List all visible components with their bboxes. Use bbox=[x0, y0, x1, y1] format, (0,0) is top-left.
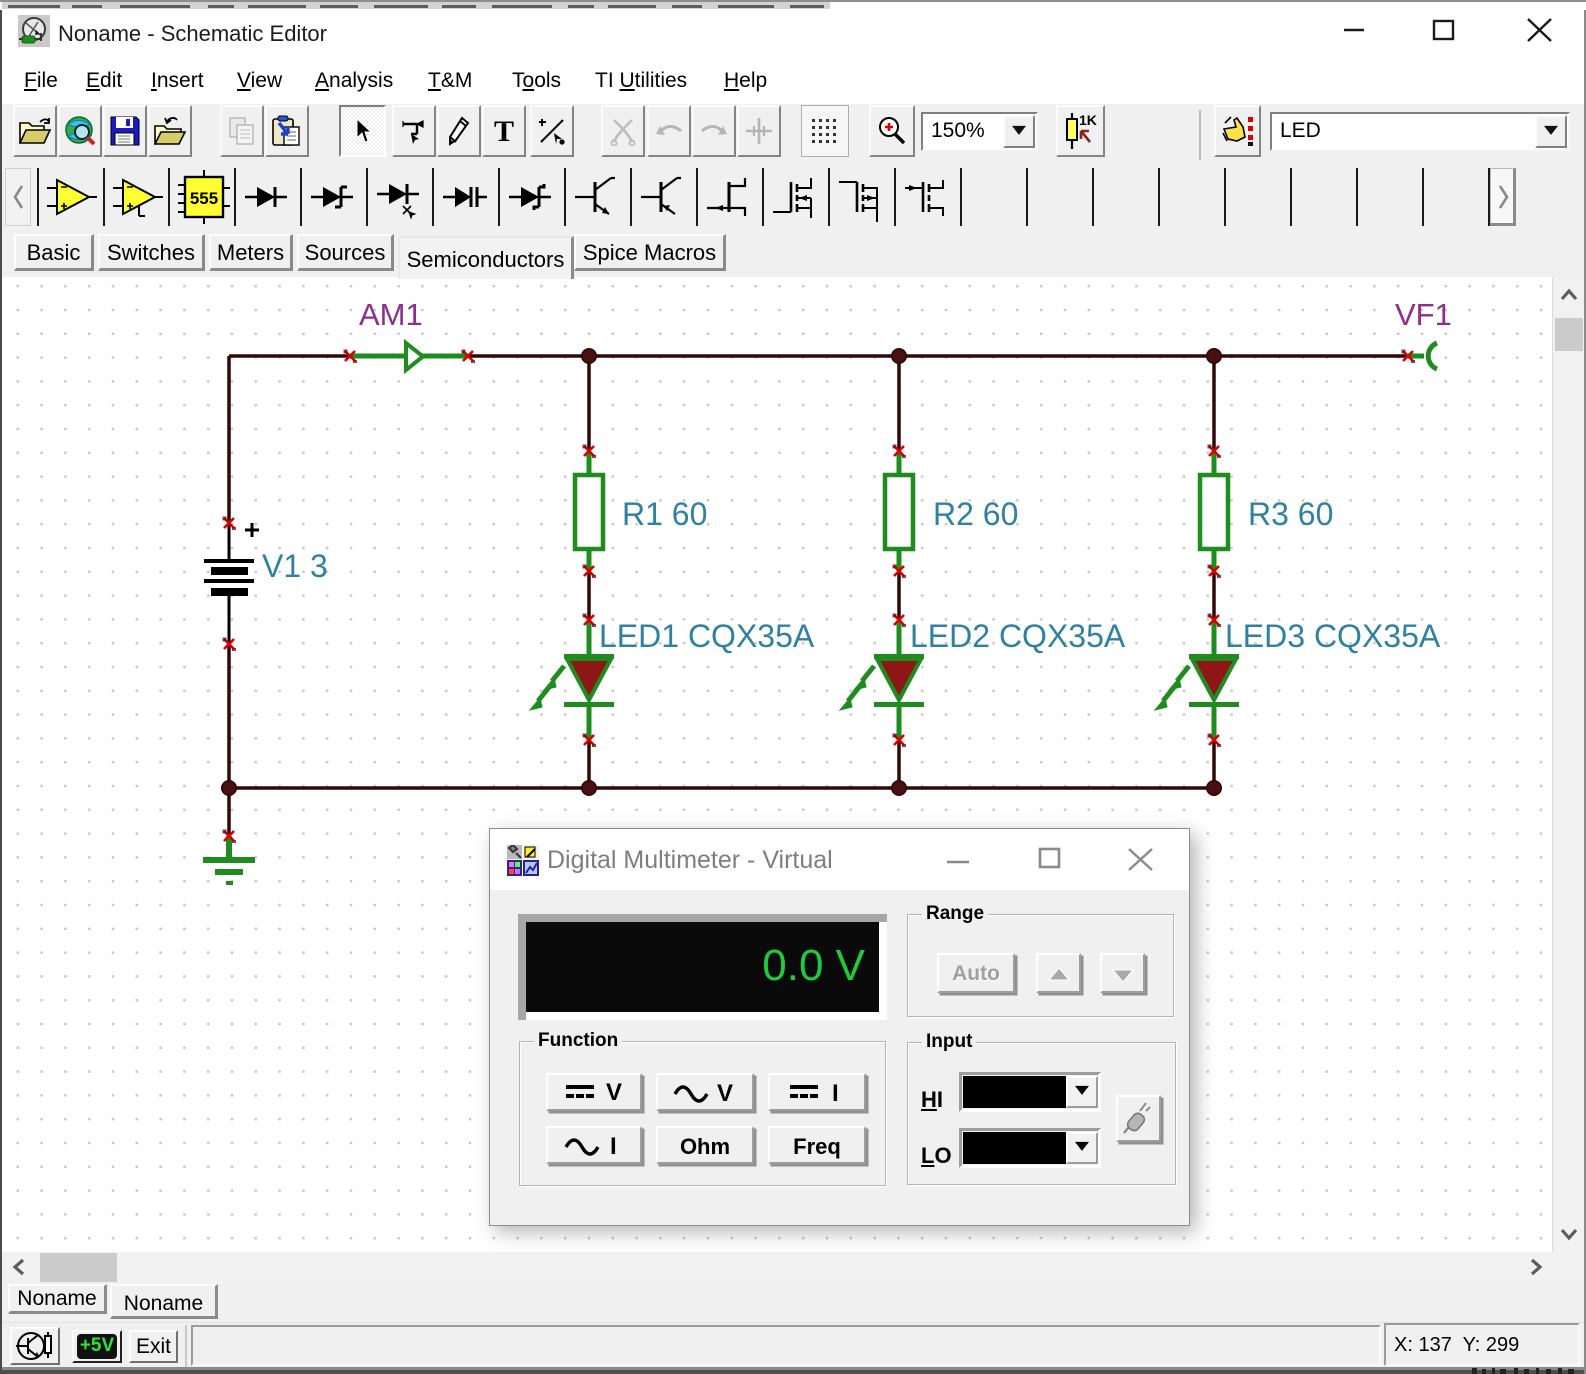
svg-text:555: 555 bbox=[190, 189, 218, 208]
svg-text:I: I bbox=[610, 1133, 617, 1157]
svg-text:AM1: AM1 bbox=[359, 297, 423, 332]
svg-text:LED1 CQX35A: LED1 CQX35A bbox=[599, 618, 815, 654]
svg-text:V: V bbox=[606, 1081, 622, 1103]
svg-text:V: V bbox=[717, 1080, 733, 1104]
svg-text:T: T bbox=[494, 118, 514, 144]
svg-text:LED2 CQX35A: LED2 CQX35A bbox=[910, 618, 1126, 654]
svg-text:VF1: VF1 bbox=[1395, 297, 1452, 332]
svg-text:1K: 1K bbox=[1079, 112, 1097, 128]
svg-text:V1 3: V1 3 bbox=[262, 548, 328, 584]
svg-text:I: I bbox=[832, 1081, 839, 1103]
svg-text:R2 60: R2 60 bbox=[933, 496, 1018, 532]
svg-text:R3 60: R3 60 bbox=[1248, 496, 1333, 532]
svg-text:R1 60: R1 60 bbox=[622, 496, 707, 532]
svg-text:LED3 CQX35A: LED3 CQX35A bbox=[1225, 618, 1441, 654]
